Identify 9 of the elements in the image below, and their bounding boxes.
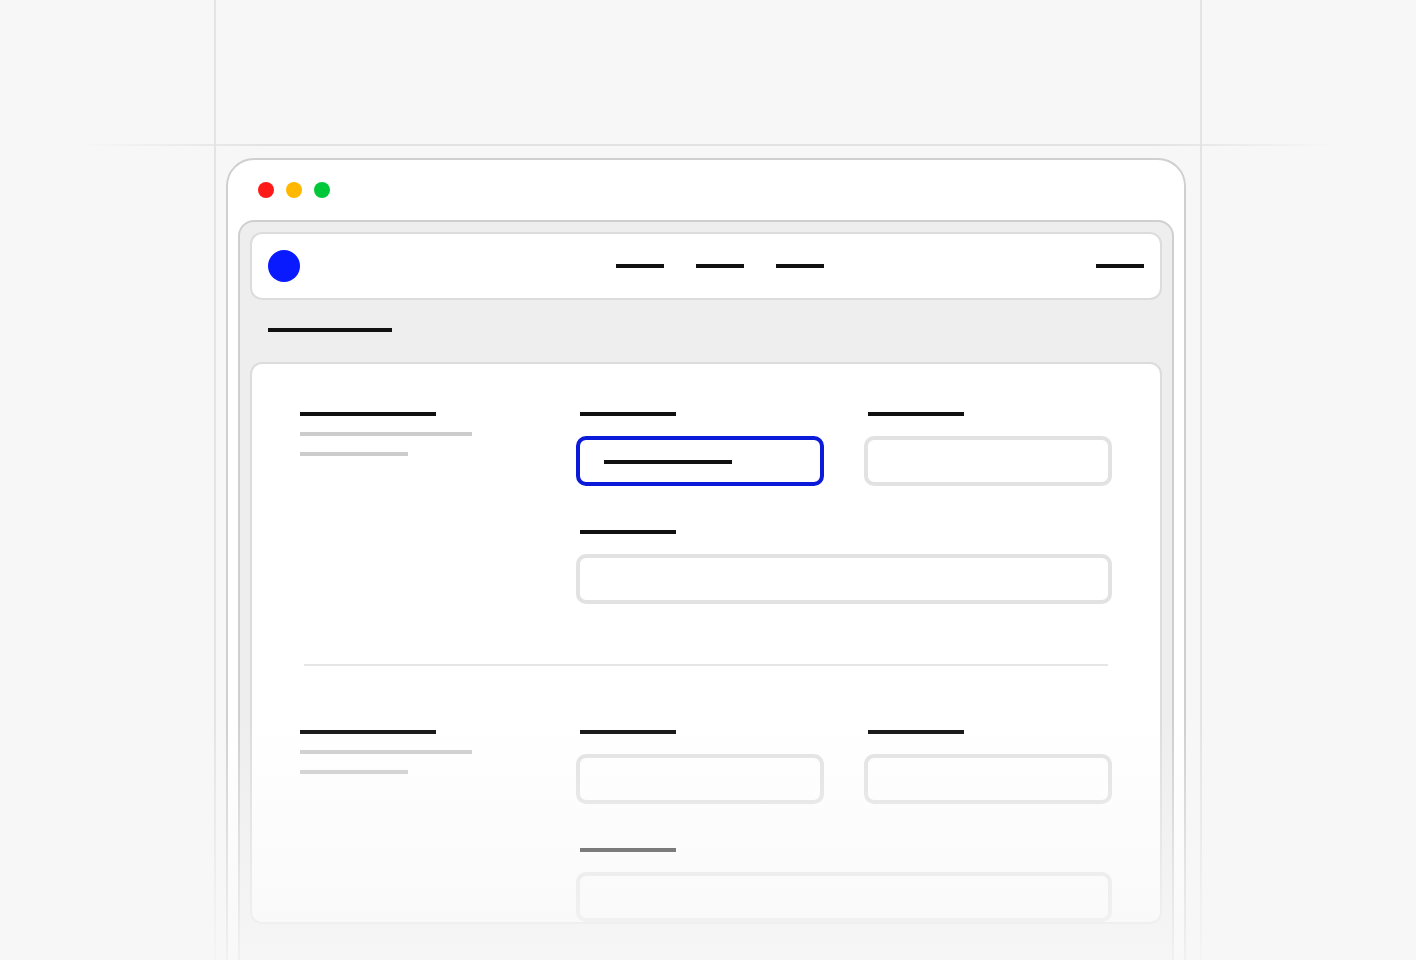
nav-link[interactable]	[616, 264, 664, 268]
window-control[interactable]	[286, 182, 302, 198]
window-control[interactable]	[258, 182, 274, 198]
input-field[interactable]	[576, 436, 824, 486]
nav-link[interactable]	[776, 264, 824, 268]
window-control[interactable]	[314, 182, 330, 198]
logo-icon[interactable]	[268, 250, 300, 282]
menu-link[interactable]	[1096, 264, 1144, 268]
nav-link[interactable]	[696, 264, 744, 268]
